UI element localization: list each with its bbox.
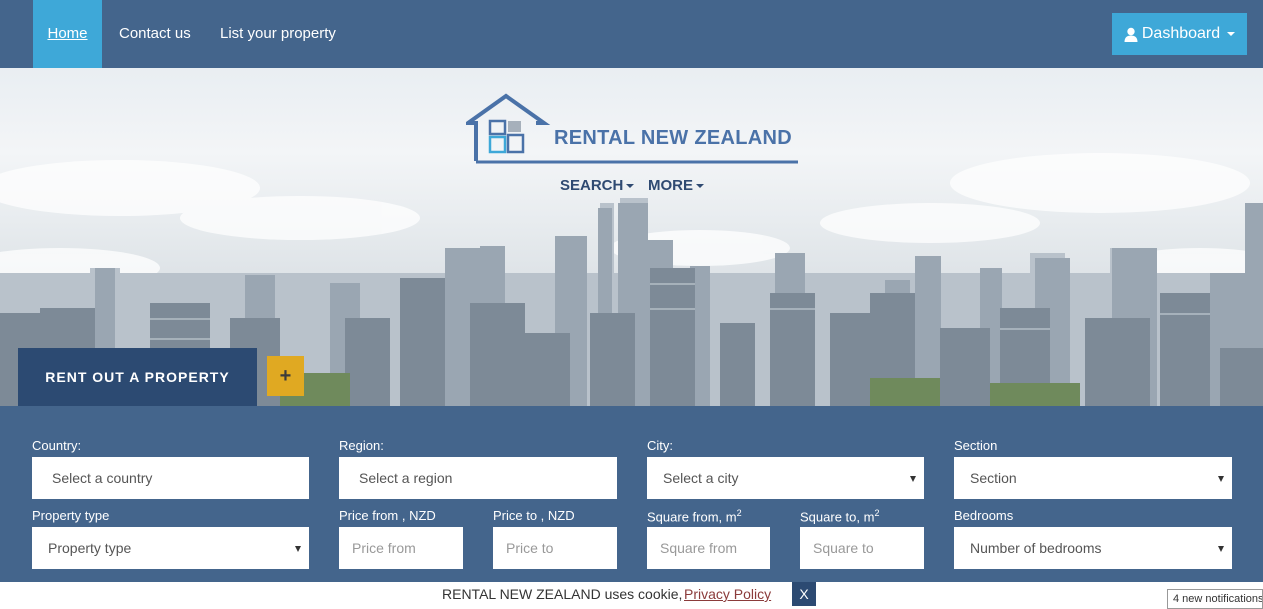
- region-label: Region:: [339, 438, 384, 453]
- square-to-label: Square to, m2: [800, 508, 879, 524]
- cookie-close-button[interactable]: X: [792, 582, 816, 606]
- section-label: Section: [954, 438, 998, 453]
- square-from-input[interactable]: Square from: [647, 527, 770, 569]
- dashboard-label: Dashboard: [1141, 25, 1221, 42]
- dashboard-button[interactable]: Dashboard: [1112, 13, 1247, 55]
- price-to-placeholder: Price to: [506, 540, 554, 556]
- price-from-label: Price from , NZD: [339, 508, 436, 523]
- country-select[interactable]: Select a country: [32, 457, 309, 499]
- rent-out-property-button[interactable]: RENT OUT A PROPERTY: [18, 348, 257, 406]
- add-property-button[interactable]: +: [267, 356, 304, 396]
- bedrooms-label: Bedrooms: [954, 508, 1014, 523]
- search-menu-label: SEARCH: [560, 177, 624, 194]
- section-select-value: Section: [970, 470, 1017, 486]
- section-select[interactable]: Section: [954, 457, 1232, 499]
- square-to-label-text: Square to, m: [800, 509, 875, 525]
- square-from-label-text: Square from, m: [647, 509, 737, 525]
- property-type-select[interactable]: Property type: [32, 527, 309, 569]
- property-type-label: Property type: [32, 508, 110, 523]
- country-select-value: Select a country: [52, 470, 153, 486]
- hero-banner: RENTAL NEW ZEALAND SEARCH MORE RENT OUT …: [0, 68, 1263, 406]
- square-to-input[interactable]: Square to: [800, 527, 924, 569]
- dropdown-arrow-icon: [1218, 546, 1224, 552]
- price-to-input[interactable]: Price to: [493, 527, 617, 569]
- property-type-select-value: Property type: [48, 540, 132, 556]
- square-from-placeholder: Square from: [660, 540, 738, 556]
- dropdown-arrow-icon: [1218, 476, 1224, 482]
- bedrooms-select-value: Number of bedrooms: [970, 540, 1102, 556]
- square-from-superscript: 2: [736, 508, 742, 518]
- notifications-badge[interactable]: 4 new notifications: [1167, 589, 1263, 609]
- bedrooms-select[interactable]: Number of bedrooms: [954, 527, 1232, 569]
- cookie-bar: RENTAL NEW ZEALAND uses cookie, Privacy …: [0, 582, 1263, 609]
- chevron-down-icon: [696, 184, 704, 189]
- square-to-placeholder: Square to: [813, 540, 874, 556]
- user-icon: [1124, 27, 1138, 42]
- region-select-value: Select a region: [359, 470, 453, 486]
- more-menu[interactable]: MORE: [648, 177, 704, 194]
- price-from-input[interactable]: Price from: [339, 527, 463, 569]
- city-select[interactable]: Select a city: [647, 457, 924, 499]
- square-from-label: Square from, m2: [647, 508, 742, 524]
- brand-name: RENTAL NEW ZEALAND: [554, 127, 792, 149]
- price-from-placeholder: Price from: [352, 540, 416, 556]
- nav-contact-link[interactable]: Contact us: [119, 0, 191, 68]
- search-menu[interactable]: SEARCH: [560, 177, 635, 194]
- dropdown-arrow-icon: [910, 476, 916, 482]
- nav-list-property-link[interactable]: List your property: [220, 0, 336, 68]
- city-label: City:: [647, 438, 673, 453]
- square-to-superscript: 2: [874, 508, 880, 518]
- price-to-label: Price to , NZD: [493, 508, 575, 523]
- top-navbar: Home Contact us List your property Dashb…: [0, 0, 1263, 68]
- chevron-down-icon: [1227, 32, 1236, 36]
- search-form: Country: Region: City: Section Select a …: [0, 406, 1263, 582]
- nav-home-link[interactable]: Home: [33, 0, 102, 68]
- region-select[interactable]: Select a region: [339, 457, 617, 499]
- country-label: Country:: [32, 438, 82, 453]
- privacy-policy-link[interactable]: Privacy Policy: [684, 586, 771, 602]
- city-select-value: Select a city: [663, 470, 739, 486]
- dropdown-arrow-icon: [295, 546, 301, 552]
- cookie-text: RENTAL NEW ZEALAND uses cookie,: [442, 586, 683, 602]
- more-menu-label: MORE: [648, 177, 693, 194]
- chevron-down-icon: [626, 184, 635, 189]
